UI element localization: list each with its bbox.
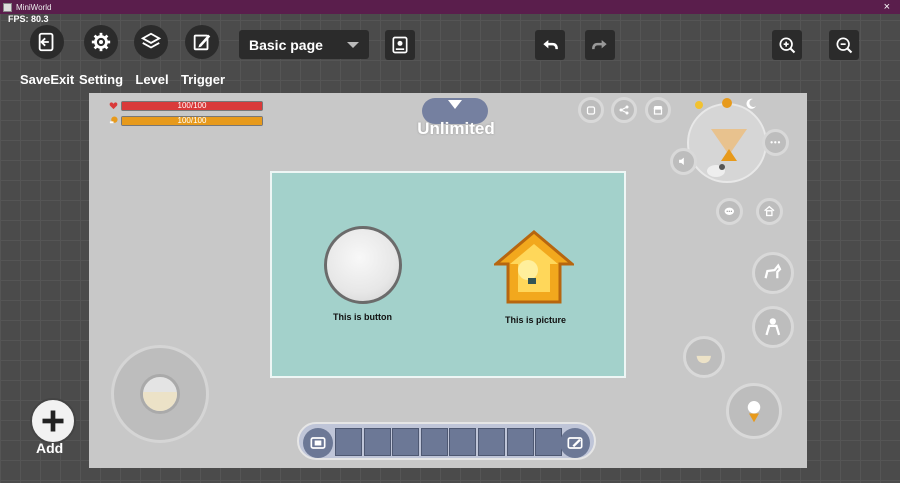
home-icon (764, 205, 775, 217)
exit-icon (38, 32, 54, 52)
hotbar-slot[interactable] (449, 428, 477, 456)
edit-hotbar-button[interactable] (560, 428, 590, 458)
zoom-in-icon (779, 37, 796, 54)
hotbar-slot[interactable] (335, 428, 362, 456)
dialog-round-button[interactable] (324, 226, 402, 304)
button-label: This is button (333, 312, 392, 322)
window-title: MiniWorld (16, 2, 52, 12)
speaker-icon (679, 157, 685, 166)
save-exit-label: SaveExit (20, 72, 75, 87)
chevron-down-icon (448, 100, 462, 109)
editor-canvas[interactable]: 100/100 100/100 Unlimited This is button… (89, 93, 807, 468)
setting-button[interactable] (84, 25, 118, 59)
joystick-knob[interactable] (140, 374, 180, 414)
hourglass-icon (711, 129, 747, 161)
add-button[interactable] (30, 398, 76, 444)
zoom-in-button[interactable] (772, 30, 802, 60)
hotbar (297, 422, 596, 460)
edit-icon (567, 437, 583, 449)
undo-icon (543, 40, 558, 50)
food-icon (696, 356, 712, 364)
share-icon (619, 105, 629, 115)
gear-icon (91, 32, 111, 52)
backpack-icon (586, 106, 596, 115)
horse-icon (764, 263, 782, 279)
shop-icon (653, 106, 663, 115)
page-settings-icon (392, 36, 408, 54)
eat-button[interactable] (683, 336, 725, 378)
health-value: 100/100 (177, 101, 207, 110)
page-select-value: Basic page (249, 36, 323, 53)
chevron-down-icon (347, 42, 359, 48)
more-options-button[interactable] (762, 129, 789, 156)
north-icon (722, 98, 732, 108)
share-button[interactable] (611, 97, 637, 123)
drumstick-icon (109, 116, 118, 124)
chat-button[interactable] (716, 198, 743, 225)
sun-icon (695, 101, 703, 109)
redo-button[interactable] (585, 30, 615, 60)
moon-icon (746, 98, 756, 109)
voice-button[interactable] (670, 148, 697, 175)
trigger-label: Trigger (180, 72, 226, 87)
shop-button[interactable] (645, 97, 671, 123)
ui-dialog-panel: This is button This is picture (270, 171, 626, 378)
level-button[interactable] (134, 25, 168, 59)
hotbar-slot[interactable] (420, 428, 448, 456)
home-picture-icon (494, 230, 574, 304)
hotbar-slot[interactable] (506, 428, 534, 456)
app-icon (3, 2, 12, 12)
mount-button[interactable] (752, 252, 794, 294)
zoom-out-icon (836, 37, 853, 54)
undo-button[interactable] (535, 30, 565, 60)
picture-label: This is picture (505, 315, 567, 325)
hotbar-slot[interactable] (363, 428, 391, 456)
inventory-icon (310, 437, 326, 449)
save-exit-button[interactable] (30, 25, 64, 59)
pet-icon (707, 164, 725, 177)
zoom-out-button[interactable] (829, 30, 859, 60)
setting-label: Setting (78, 72, 124, 87)
health-bar: 100/100 (121, 101, 263, 111)
layers-icon (140, 32, 162, 49)
more-icon (770, 141, 781, 144)
movement-joystick[interactable] (111, 345, 209, 443)
inventory-button[interactable] (303, 428, 333, 458)
jump-button[interactable] (726, 383, 782, 439)
fps-counter: FPS: 80.3 (8, 14, 49, 24)
redo-icon (592, 40, 607, 50)
game-mode-label: Unlimited (417, 119, 495, 138)
person-icon (765, 318, 781, 336)
window-title-bar: MiniWorld × (0, 0, 900, 14)
emote-button[interactable] (752, 306, 794, 348)
backpack-button[interactable] (578, 97, 604, 123)
plus-icon (42, 410, 64, 432)
jump-icon (747, 401, 761, 423)
hotbar-slot[interactable] (478, 428, 505, 456)
page-select[interactable]: Basic page (239, 30, 369, 59)
page-settings-button[interactable] (385, 30, 415, 60)
home-button[interactable] (756, 198, 783, 225)
hotbar-slot[interactable] (535, 428, 563, 456)
close-window-button[interactable]: × (884, 0, 890, 14)
hunger-bar: 100/100 (121, 116, 263, 126)
level-label: Level (135, 72, 169, 87)
add-label: Add (36, 440, 64, 456)
hunger-value: 100/100 (177, 116, 207, 125)
heart-icon (109, 102, 118, 110)
trigger-button[interactable] (185, 25, 219, 59)
edit-note-icon (193, 34, 211, 51)
hotbar-slot[interactable] (392, 428, 420, 456)
chat-icon (724, 207, 735, 216)
